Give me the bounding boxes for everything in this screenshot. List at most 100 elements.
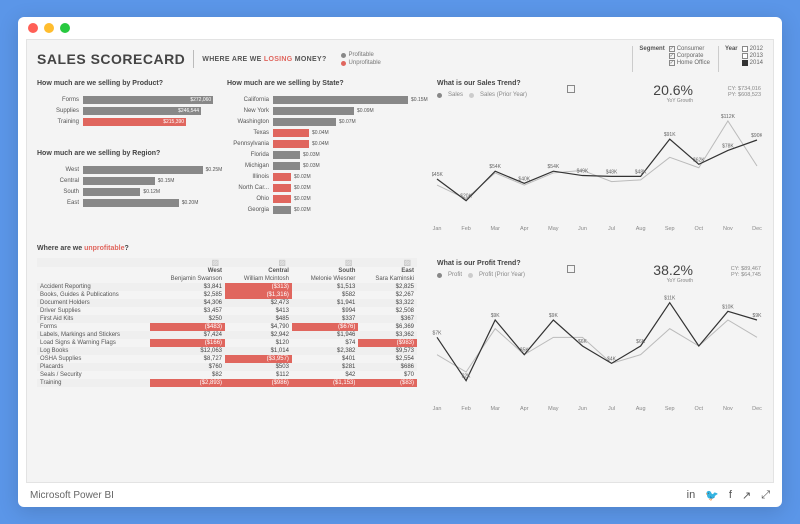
bar-row[interactable]: Ohio $0.02M <box>227 193 417 204</box>
matrix-cell: ($1,316) <box>225 291 292 299</box>
matrix-person-header: Sara Kaminski <box>358 275 417 283</box>
footer-brand: Microsoft Power BI <box>30 490 114 501</box>
bar-row[interactable]: West $0.25M <box>37 164 217 175</box>
linkedin-icon[interactable]: in <box>687 489 696 502</box>
matrix-cell: $42 <box>292 371 358 379</box>
bar-row[interactable]: Washington $0.07M <box>227 116 417 127</box>
svg-text:May: May <box>548 226 559 232</box>
barchart-region[interactable]: West $0.25M Central $0.15M South $0.12M … <box>37 164 217 208</box>
bar-row[interactable]: Central $0.15M <box>37 175 217 186</box>
table-row[interactable]: Training($2,893)($986)($1,153)($83) <box>37 379 417 387</box>
matrix-cell: $503 <box>225 363 292 371</box>
matrix-cell: $12,063 <box>150 347 225 355</box>
matrix-cell: ($676) <box>292 323 358 331</box>
svg-text:Nov: Nov <box>723 406 733 412</box>
matrix-person-header: William Mcintosh <box>225 275 292 283</box>
checkbox-icon[interactable] <box>669 46 675 52</box>
share-icon[interactable]: ↗ <box>742 489 751 502</box>
svg-text:$9K: $9K <box>491 313 501 319</box>
bar-value: $0.15M <box>408 96 428 104</box>
bar-category: Georgia <box>227 207 269 213</box>
table-row[interactable]: Labels, Markings and Stickers$7,424$2,94… <box>37 331 417 339</box>
matrix-cell: ($483) <box>150 323 225 331</box>
bar-value: $0.02M <box>291 206 311 214</box>
bar-value: $0.07M <box>336 118 356 126</box>
table-row[interactable]: Accident Reporting$3,841($313)$1,513$2,8… <box>37 283 417 291</box>
close-icon[interactable] <box>28 23 38 33</box>
bar-row[interactable]: New York $0.09M <box>227 105 417 116</box>
year-box-icon[interactable] <box>742 46 748 52</box>
svg-text:$2K: $2K <box>462 374 472 380</box>
bar-row[interactable]: Pennsylvania $0.04M <box>227 138 417 149</box>
bar-row[interactable]: Training $215,390 <box>37 116 217 127</box>
table-row[interactable]: Forms($483)$4,790($676)$6,369 <box>37 323 417 331</box>
year-box-icon[interactable] <box>742 53 748 59</box>
matrix-cell: $74 <box>292 339 358 347</box>
twitter-icon[interactable]: 🐦 <box>705 489 719 502</box>
fullscreen-icon[interactable]: ⤢ <box>761 489 770 502</box>
table-row[interactable]: Books, Guides & Publications$2,585($1,31… <box>37 291 417 299</box>
matrix-cell: $686 <box>358 363 417 371</box>
matrix-cell: $413 <box>225 307 292 315</box>
table-row[interactable]: Seals / Security$82$112$42$70 <box>37 371 417 379</box>
bar-row[interactable]: Supplies $246,544 <box>37 105 217 116</box>
map-icon: ▨ <box>150 258 225 267</box>
svg-text:Jul: Jul <box>608 226 615 232</box>
bar-value: $0.03M <box>300 162 320 170</box>
matrix-person-header: Melonie Wiesner <box>292 275 358 283</box>
matrix-cell: $3,362 <box>358 331 417 339</box>
table-row[interactable]: OSHA Supplies$8,727($3,957)$401$2,554 <box>37 355 417 363</box>
linechart-profit[interactable]: $7K$2K$9K$5K$9K$6K$4K$6K$11K$10K$9KJanFe… <box>432 282 762 412</box>
bar-category: North Car... <box>227 185 269 191</box>
table-row[interactable]: Document Holders$4,306$2,473$1,941$3,322 <box>37 299 417 307</box>
table-row[interactable]: First Aid Kits$250$485$337$367 <box>37 315 417 323</box>
bar-row[interactable]: California $0.15M <box>227 94 417 105</box>
bar-row[interactable]: Illinois $0.02M <box>227 171 417 182</box>
zoom-icon[interactable] <box>60 23 70 33</box>
svg-text:$11K: $11K <box>664 296 676 302</box>
matrix-row-label: Placards <box>37 363 150 371</box>
bar-row[interactable]: Texas $0.04M <box>227 127 417 138</box>
bar-row[interactable]: Florida $0.03M <box>227 149 417 160</box>
checkbox-icon[interactable] <box>669 60 675 66</box>
table-row[interactable]: Log Books$12,063$1,014$2,382$9,573 <box>37 347 417 355</box>
bar-row[interactable]: South $0.12M <box>37 186 217 197</box>
table-row[interactable]: Driver Supplies$3,457$413$994$2,508 <box>37 307 417 315</box>
checkbox-icon[interactable] <box>669 53 675 59</box>
table-row[interactable]: Placards$760$503$281$686 <box>37 363 417 371</box>
matrix-cell: $3,322 <box>358 299 417 307</box>
matrix-cell: ($1,153) <box>292 379 358 387</box>
matrix-unprofitable[interactable]: ▨▨▨▨WestCentralSouthEastBenjamin Swanson… <box>37 258 417 387</box>
matrix-cell: $1,513 <box>292 283 358 291</box>
matrix-cell: $250 <box>150 315 225 323</box>
matrix-cell: $6,369 <box>358 323 417 331</box>
table-row[interactable]: Load Signs & Warning Flags($166)$120$74(… <box>37 339 417 347</box>
bar-row[interactable]: Michigan $0.03M <box>227 160 417 171</box>
linechart-sales[interactable]: $45K$20K$54K$40K$54K$49K$48K$48K$91K$62K… <box>432 102 762 232</box>
bar-row[interactable]: Forms $272,060 <box>37 94 217 105</box>
barchart-product[interactable]: Forms $272,060 Supplies $246,544 Trainin… <box>37 94 217 127</box>
bar-row[interactable]: Georgia $0.02M <box>227 204 417 215</box>
svg-text:Jan: Jan <box>433 226 442 232</box>
matrix-cell: ($2,893) <box>150 379 225 387</box>
legend-profit-trend: Profit Profit (Prior Year) <box>437 272 525 278</box>
svg-text:Apr: Apr <box>520 406 529 412</box>
year-box-icon[interactable] <box>742 60 748 66</box>
svg-text:Dec: Dec <box>752 226 762 232</box>
bar-category: Forms <box>37 97 79 103</box>
focus-mode-icon[interactable] <box>567 265 575 273</box>
focus-mode-icon[interactable] <box>567 85 575 93</box>
map-icon: ▨ <box>358 258 417 267</box>
matrix-row-label: Log Books <box>37 347 150 355</box>
svg-text:Dec: Dec <box>752 406 762 412</box>
barchart-state[interactable]: California $0.15M New York $0.09M Washin… <box>227 94 417 215</box>
bar-row[interactable]: East $0.20M <box>37 197 217 208</box>
bar-category: West <box>37 167 79 173</box>
slicer-year[interactable]: Year 2012 2013 2014 <box>718 46 763 72</box>
bar-row[interactable]: North Car... $0.02M <box>227 182 417 193</box>
minimize-icon[interactable] <box>44 23 54 33</box>
svg-text:$5K: $5K <box>520 348 530 354</box>
matrix-cell: $3,457 <box>150 307 225 315</box>
slicer-segment[interactable]: Segment Consumer Corporate Home Office <box>632 46 710 72</box>
facebook-icon[interactable]: f <box>729 489 732 502</box>
